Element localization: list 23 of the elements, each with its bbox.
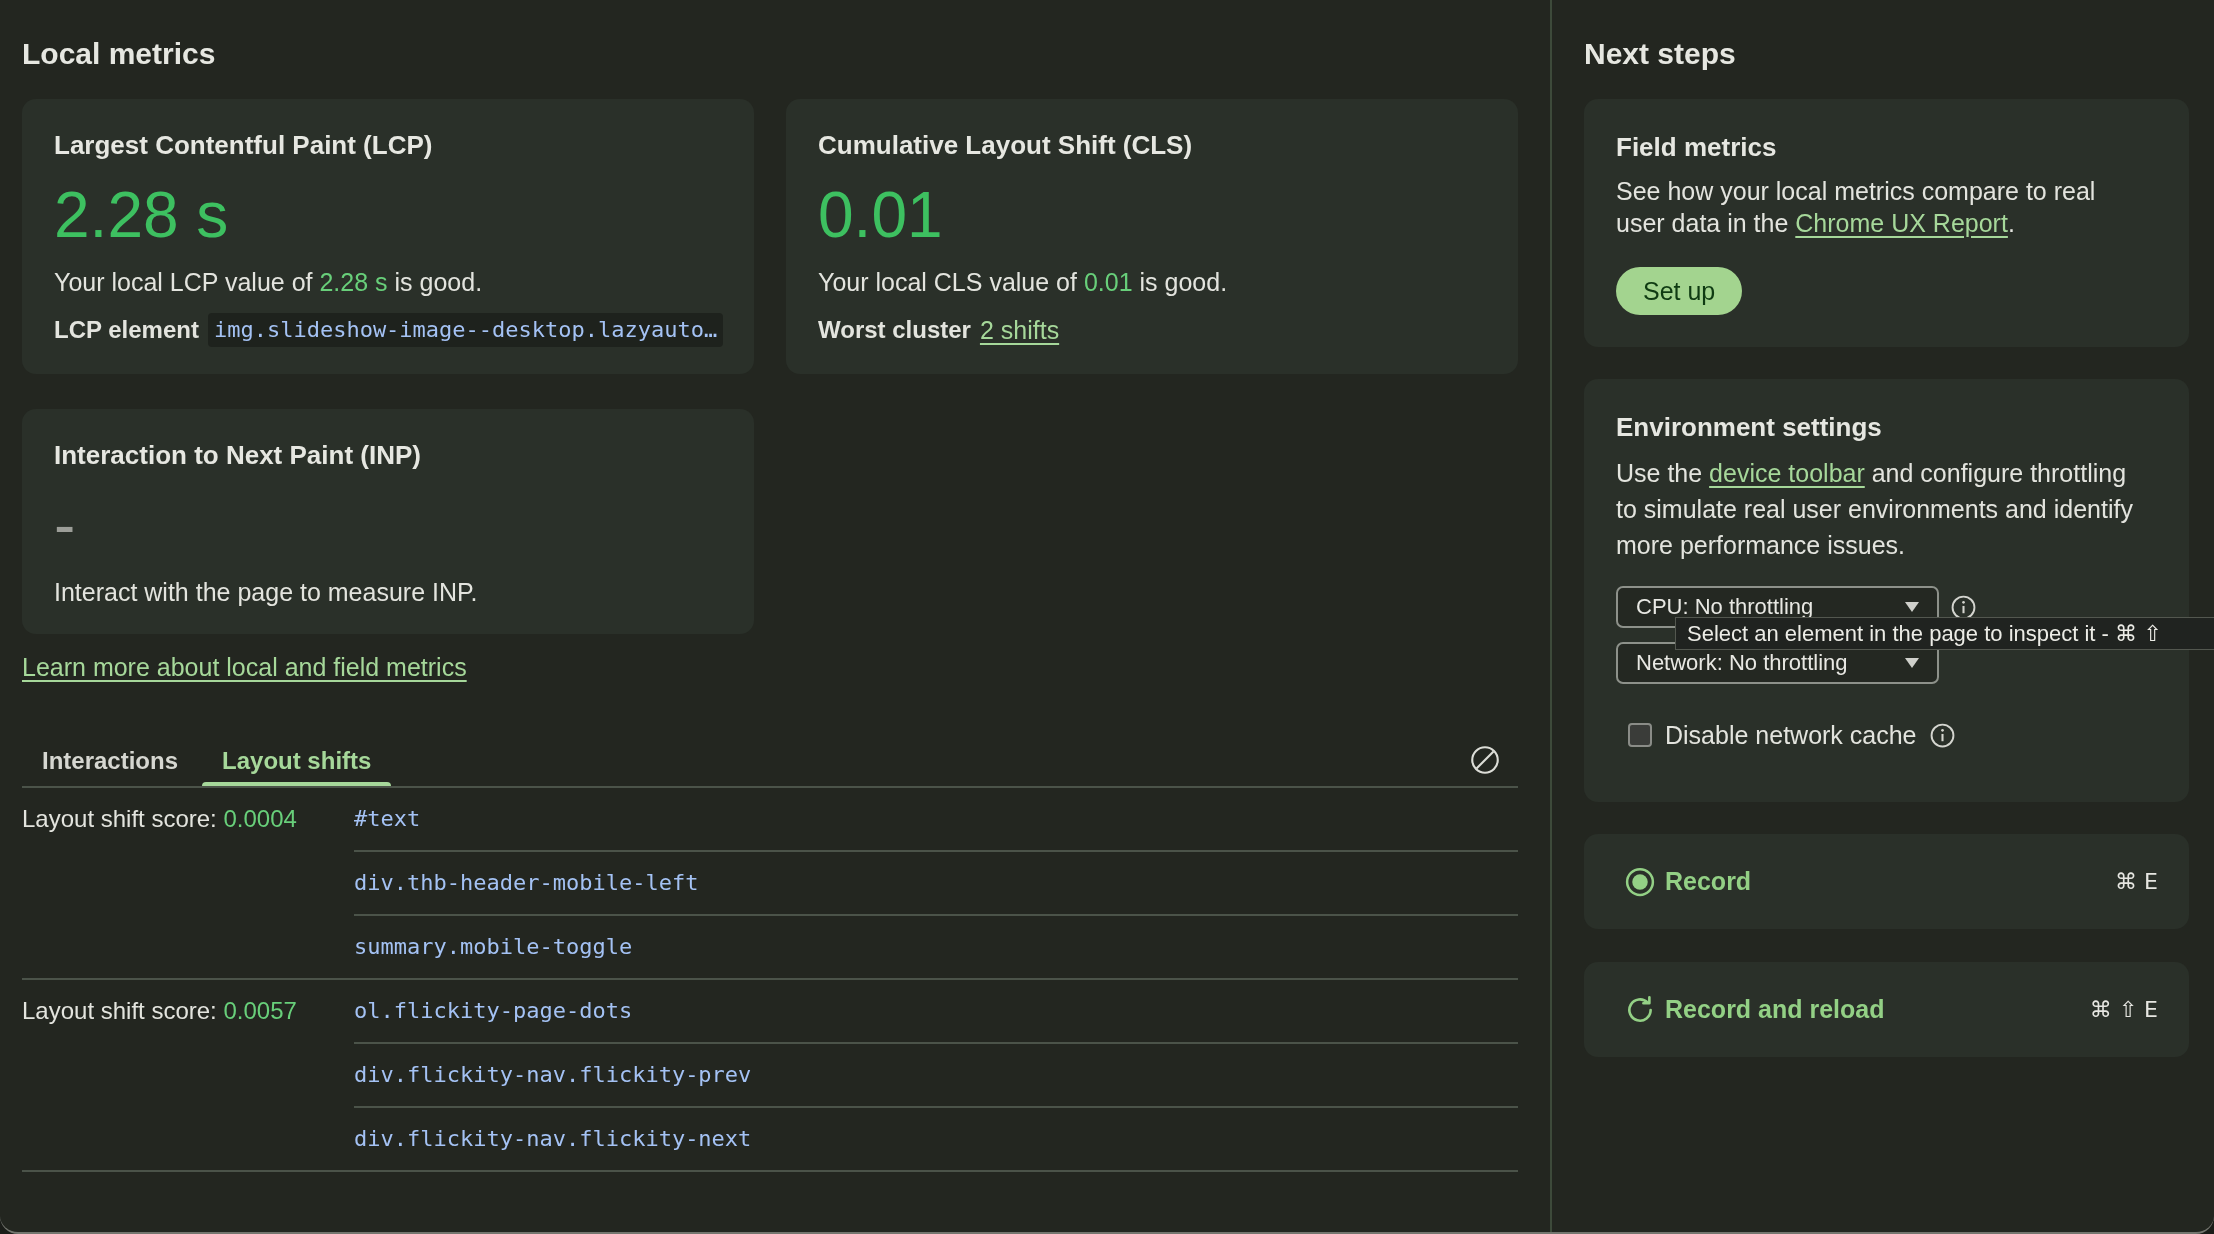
metric-value: - [54,489,76,561]
card-title: Environment settings [1616,411,1883,443]
tooltip: Select an element in the page to inspect it - ⌘ ⇧ [1675,617,2214,650]
metric-value: 2.28 s [54,179,229,251]
section-heading: Next steps [1584,36,1737,72]
section-heading: Local metrics [22,36,217,72]
card-title: Field metrics [1616,131,1778,163]
metric-summary: Your local CLS value of 0.01 is good. [818,267,1228,298]
checkbox-label: Disable network cache [1665,720,1917,750]
detail-label: LCP element [54,316,199,344]
detail-label: Worst cluster [818,316,971,344]
metric-title: Largest Contentful Paint (LCP) [54,129,433,161]
layout-shift-score: Layout shift score: 0.0057 [22,996,297,1026]
metric-title: Interaction to Next Paint (INP) [54,439,421,471]
shortcut-keys: ⌘ ⇧ E [2089,997,2158,1022]
metric-description: Interact with the page to measure INP. [54,577,478,608]
card-text: Use the device toolbar and configure throttling to simulate real user environments and identify more performance issues. [1616,458,2134,561]
metric-summary: Your local LCP value of 2.28 s is good. [54,267,483,298]
shortcut-keys: ⌘ E [2115,869,2158,894]
card-text: See how your local metrics compare to real user data in the Chrome UX Report. [1616,176,2097,239]
layout-shift-score: Layout shift score: 0.0004 [22,804,297,834]
metric-value: 0.01 [818,179,943,251]
metric-title: Cumulative Layout Shift (CLS) [818,129,1193,161]
